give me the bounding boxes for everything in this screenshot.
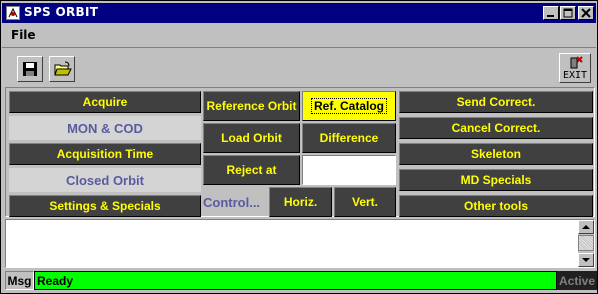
message-log[interactable]: [5, 219, 595, 268]
close-icon: [581, 8, 591, 18]
control-label: Control...: [203, 194, 261, 210]
exit-button[interactable]: EXIT: [559, 53, 591, 83]
skeleton-button[interactable]: Skeleton: [399, 143, 593, 165]
app-window: SPS ORBIT File EXIT Acquire MON & COD Ac…: [0, 0, 598, 294]
window-title: SPS ORBIT: [24, 5, 99, 19]
reject-at-button[interactable]: Reject at: [203, 155, 300, 185]
other-tools-button[interactable]: Other tools: [399, 195, 593, 217]
acquire-label: Acquire: [82, 95, 128, 109]
menu-bar: File: [2, 25, 596, 45]
send-correct-button[interactable]: Send Correct.: [399, 91, 593, 113]
floppy-disk-icon: [23, 62, 37, 76]
maximize-icon: [563, 8, 573, 18]
scroll-down-button[interactable]: [578, 253, 594, 267]
scroll-up-button[interactable]: [578, 220, 594, 234]
app-icon: [6, 6, 20, 20]
vert-label: Vert.: [351, 195, 378, 209]
scroll-thumb[interactable]: [578, 235, 594, 251]
cancel-correct-label: Cancel Correct.: [451, 121, 541, 135]
send-correct-label: Send Correct.: [456, 95, 536, 109]
difference-label: Difference: [319, 131, 379, 145]
control-panel: Acquire MON & COD Acquisition Time Close…: [5, 87, 595, 217]
skeleton-label: Skeleton: [470, 147, 521, 161]
reject-at-label: Reject at: [226, 163, 277, 177]
mon-cod-label: MON & COD: [9, 116, 201, 140]
title-bar[interactable]: SPS ORBIT: [2, 3, 596, 23]
minimize-icon: [547, 15, 554, 17]
horiz-button[interactable]: Horiz.: [269, 187, 332, 217]
ref-catalog-button[interactable]: Ref. Catalog: [302, 91, 396, 121]
vert-button[interactable]: Vert.: [334, 187, 396, 217]
exit-label: EXIT: [563, 70, 588, 81]
load-orbit-button[interactable]: Load Orbit: [203, 123, 300, 153]
reference-orbit-label: Reference Orbit: [206, 99, 297, 113]
exit-door-icon: [570, 56, 583, 69]
difference-button[interactable]: Difference: [302, 123, 396, 153]
close-button[interactable]: [578, 6, 594, 20]
ref-catalog-label: Ref. Catalog: [310, 98, 387, 114]
acquire-button[interactable]: Acquire: [9, 91, 201, 113]
md-specials-label: MD Specials: [460, 173, 532, 187]
arrow-down-icon: [582, 258, 590, 262]
closed-orbit-label: Closed Orbit: [9, 168, 201, 192]
settings-specials-button[interactable]: Settings & Specials: [9, 195, 201, 217]
cancel-correct-button[interactable]: Cancel Correct.: [399, 117, 593, 139]
save-button[interactable]: [17, 56, 43, 82]
open-button[interactable]: [49, 56, 75, 82]
menu-file[interactable]: File: [11, 28, 36, 42]
toolbar: [2, 47, 596, 87]
reference-orbit-button[interactable]: Reference Orbit: [203, 91, 300, 121]
md-specials-button[interactable]: MD Specials: [399, 169, 593, 191]
open-folder-icon: [54, 61, 72, 76]
acquisition-time-label: Acquisition Time: [56, 147, 154, 161]
reject-at-input[interactable]: [302, 155, 396, 185]
acquisition-time-button[interactable]: Acquisition Time: [9, 143, 201, 165]
msg-tag: Msg: [5, 271, 34, 290]
active-indicator: Active: [557, 271, 597, 290]
minimize-button[interactable]: [543, 6, 559, 20]
message-scrollbar[interactable]: [578, 220, 594, 267]
status-bar: Msg Ready Active: [3, 270, 597, 291]
other-tools-label: Other tools: [463, 199, 528, 213]
status-message: Ready: [34, 271, 557, 290]
arrow-up-icon: [582, 225, 590, 229]
settings-specials-label: Settings & Specials: [49, 199, 161, 213]
maximize-button[interactable]: [560, 6, 576, 20]
horiz-label: Horiz.: [283, 195, 318, 209]
load-orbit-label: Load Orbit: [221, 131, 282, 145]
